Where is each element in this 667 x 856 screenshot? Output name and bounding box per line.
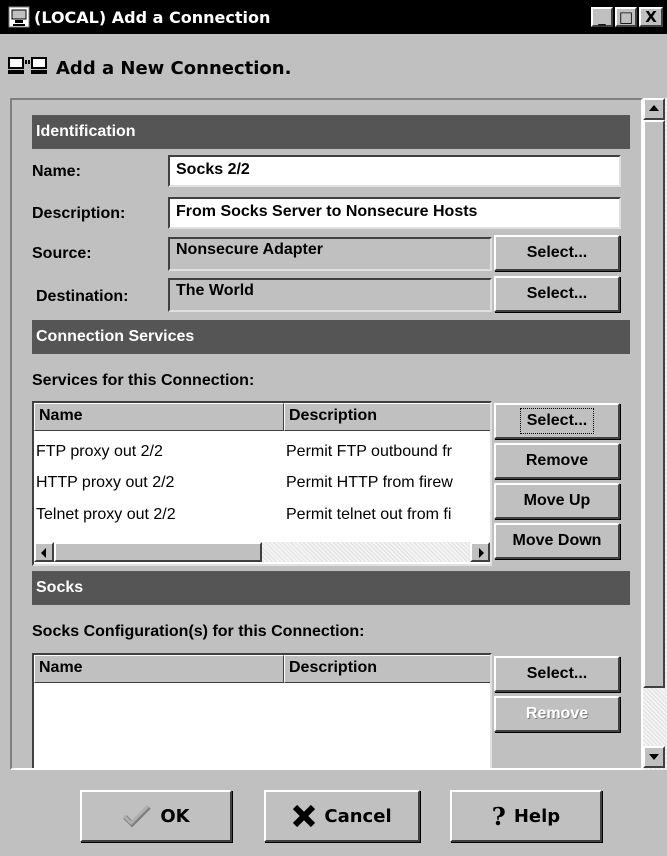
services-select-button[interactable]: Select...: [494, 403, 620, 439]
checkmark-icon: [123, 804, 152, 828]
arrow-right-icon: [479, 548, 484, 558]
name-label: Name:: [32, 163, 81, 180]
dialog-heading: Add a New Connection.: [56, 58, 292, 79]
horizontal-scroll-thumb[interactable]: [54, 542, 262, 562]
cancel-button[interactable]: Cancel: [264, 790, 420, 842]
destination-select-button[interactable]: Select...: [494, 276, 620, 312]
connection-services-section-header: Connection Services: [32, 320, 630, 354]
window-title: (LOCAL) Add a Connection: [34, 8, 271, 27]
app-icon: [8, 6, 30, 28]
table-row-name[interactable]: HTTP proxy out 2/2: [36, 474, 280, 492]
cancel-x-icon: [293, 804, 316, 828]
help-button[interactable]: ? Help: [450, 790, 602, 842]
description-label: Description:: [32, 205, 126, 222]
socks-section-header: Socks: [32, 571, 630, 605]
vertical-scrollbar[interactable]: [643, 98, 667, 770]
arrow-up-icon: [649, 105, 659, 111]
scroll-down-button[interactable]: [643, 746, 665, 768]
services-column-name[interactable]: Name: [34, 403, 284, 431]
source-field: Nonsecure Adapter: [168, 237, 492, 271]
scrollable-form-panel: Identification Name: Socks 2/2 Descripti…: [10, 98, 643, 770]
socks-select-button[interactable]: Select...: [494, 656, 620, 692]
socks-list-label: Socks Configuration(s) for this Connecti…: [32, 623, 365, 640]
close-button[interactable]: X: [639, 7, 663, 27]
services-select-label: Select...: [519, 408, 595, 434]
description-field[interactable]: From Socks Server to Nonsecure Hosts: [168, 197, 621, 229]
arrow-left-icon: [41, 548, 46, 558]
services-remove-button[interactable]: Remove: [494, 443, 620, 479]
dialog-header: Add a New Connection.: [0, 34, 667, 98]
table-row-name[interactable]: Telnet proxy out 2/2: [36, 506, 280, 524]
services-list-label: Services for this Connection:: [32, 372, 255, 389]
vertical-scroll-thumb[interactable]: [643, 120, 665, 688]
destination-field: The World: [168, 278, 492, 312]
source-select-button[interactable]: Select...: [494, 235, 620, 271]
maximize-button[interactable]: □: [615, 7, 637, 27]
scroll-up-button[interactable]: [643, 98, 665, 120]
ok-button[interactable]: OK: [80, 790, 232, 842]
question-mark-icon: ?: [491, 801, 506, 831]
table-row-description[interactable]: Permit FTP outbound fr: [286, 443, 490, 461]
scroll-left-button[interactable]: [34, 542, 54, 562]
identification-section-header: Identification: [32, 115, 630, 149]
table-row-description[interactable]: Permit telnet out from fi: [286, 506, 490, 524]
services-horizontal-scrollbar[interactable]: [34, 542, 490, 562]
services-move-down-button[interactable]: Move Down: [494, 523, 620, 559]
table-row-name[interactable]: FTP proxy out 2/2: [36, 443, 280, 461]
socks-remove-button: Remove: [494, 696, 620, 732]
minimize-button[interactable]: _: [591, 7, 613, 27]
services-table[interactable]: Name Description FTP proxy out 2/2 Permi…: [32, 401, 492, 566]
dialog-footer: OK Cancel ? Help: [0, 770, 667, 856]
ok-label: OK: [160, 805, 190, 827]
socks-column-description[interactable]: Description: [284, 655, 490, 683]
services-move-up-button[interactable]: Move Up: [494, 483, 620, 519]
title-bar[interactable]: (LOCAL) Add a Connection _ □ X: [0, 0, 667, 34]
services-column-description[interactable]: Description: [284, 403, 490, 431]
arrow-down-icon: [649, 754, 659, 760]
cancel-label: Cancel: [324, 805, 392, 827]
name-field[interactable]: Socks 2/2: [168, 155, 621, 187]
socks-table[interactable]: Name Description: [32, 653, 492, 768]
source-label: Source:: [32, 245, 92, 262]
help-label: Help: [513, 805, 561, 827]
destination-label: Destination:: [36, 288, 129, 305]
table-row-description[interactable]: Permit HTTP from firew: [286, 474, 490, 492]
socks-column-name[interactable]: Name: [34, 655, 284, 683]
computers-connection-icon: [8, 57, 47, 74]
scroll-right-button[interactable]: [470, 542, 490, 562]
